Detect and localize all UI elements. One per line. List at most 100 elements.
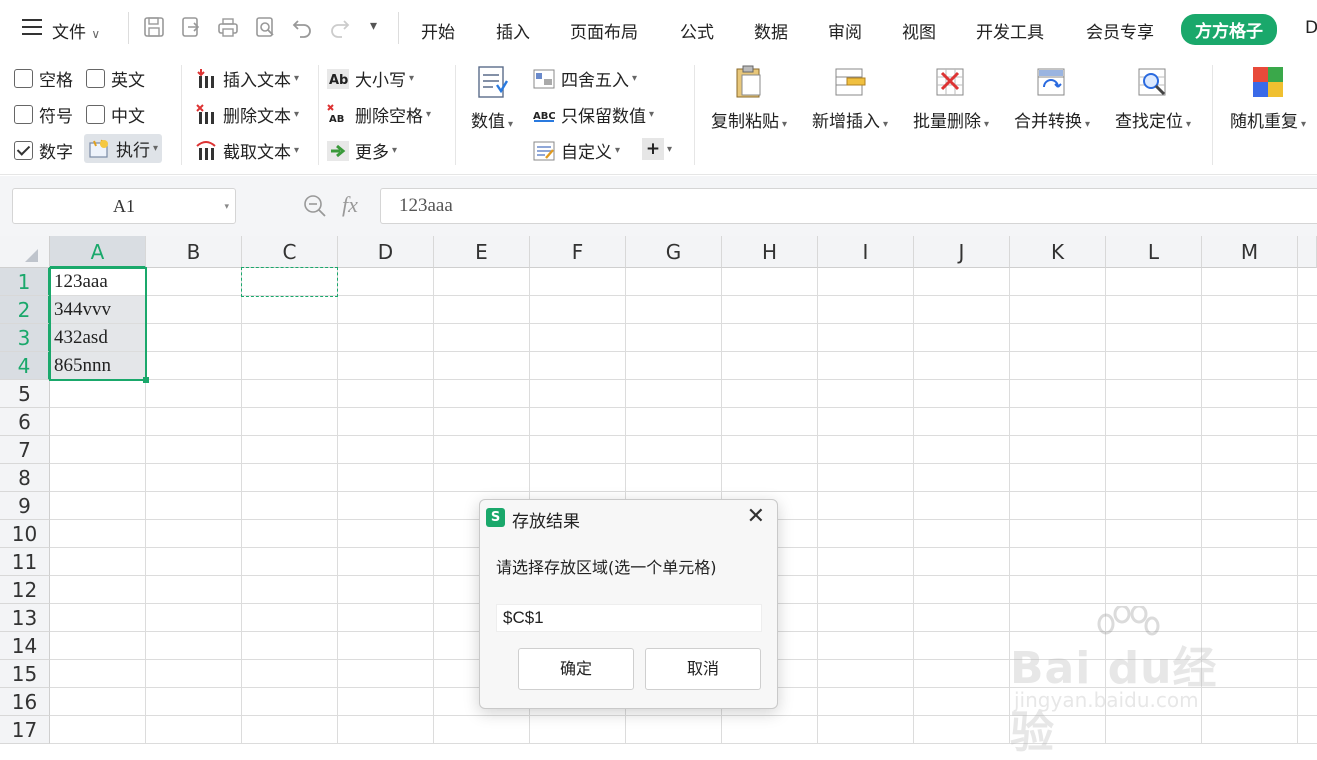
file-menu[interactable]: 文件 ∨ — [52, 18, 100, 43]
merge-convert-button[interactable]: 合并转换 ▾ — [1008, 65, 1096, 165]
tab-data[interactable]: 数据 — [754, 18, 788, 43]
column-header[interactable]: G — [626, 236, 722, 268]
custom-button[interactable]: 自定义 ▾ — [533, 138, 620, 163]
tab-member[interactable]: 会员专享 — [1086, 18, 1154, 43]
checkbox-symbol[interactable]: 符号 — [14, 102, 73, 127]
insert-text-button[interactable]: 插入文本 ▾ — [195, 66, 299, 91]
column-header[interactable]: J — [914, 236, 1010, 268]
column-header[interactable]: B — [146, 236, 242, 268]
tab-start[interactable]: 开始 — [421, 18, 455, 43]
ok-button[interactable]: 确定 — [518, 648, 634, 690]
tab-developer[interactable]: 开发工具 — [976, 18, 1044, 43]
chevron-down-icon: ▾ — [615, 145, 621, 156]
batch-delete-button[interactable]: 批量删除 ▾ — [907, 65, 995, 165]
checkbox-english[interactable]: 英文 — [86, 66, 145, 91]
checkbox-number[interactable]: 数字 — [14, 138, 73, 163]
execute-button[interactable]: 执行 ▾ — [84, 134, 163, 163]
more-button[interactable]: 更多 ▾ — [327, 138, 397, 163]
round-button[interactable]: 四舍五入 ▾ — [533, 66, 637, 91]
delete-text-button[interactable]: 删除文本 ▾ — [195, 102, 299, 127]
extract-text-button[interactable]: 截取文本 ▾ — [195, 138, 299, 163]
row-header[interactable]: 5 — [0, 380, 50, 408]
column-header[interactable]: D — [338, 236, 434, 268]
print-icon[interactable] — [217, 16, 239, 38]
checkbox-chinese[interactable]: 中文 — [86, 102, 145, 127]
insert-new-button[interactable]: 新增插入 ▾ — [806, 65, 894, 165]
column-header[interactable]: E — [434, 236, 530, 268]
menu-bar: 文件 ∨ ▾ 开始 插入 页面布局 公式 数据 审阅 视图 开发工具 会员专享 … — [0, 0, 1317, 57]
row-header[interactable]: 15 — [0, 660, 50, 688]
find-locate-label: 查找定位 — [1114, 112, 1183, 132]
row-header[interactable]: 3 — [0, 324, 50, 352]
row-header[interactable]: 2 — [0, 296, 50, 324]
chevron-down-icon: ▾ — [1185, 119, 1192, 130]
row-header[interactable]: 11 — [0, 548, 50, 576]
copy-paste-label: 复制粘贴 — [710, 112, 779, 132]
row-header[interactable]: 13 — [0, 604, 50, 632]
print-preview-icon[interactable] — [254, 16, 276, 38]
chevron-down-icon[interactable]: ▾ — [224, 189, 229, 223]
tab-fangfanggezi[interactable]: 方方格子 — [1181, 14, 1277, 45]
checkbox-label: 空格 — [39, 71, 73, 91]
select-all-corner[interactable] — [0, 236, 50, 268]
column-header[interactable]: K — [1010, 236, 1106, 268]
tab-overflow[interactable]: D — [1305, 18, 1317, 38]
color-grid-icon — [1251, 65, 1285, 99]
random-repeat-button[interactable]: 随机重复 ▾ — [1224, 65, 1312, 165]
checkbox-space[interactable]: 空格 — [14, 66, 73, 91]
name-box[interactable]: A1 ▾ — [12, 188, 236, 224]
tab-page-layout[interactable]: 页面布局 — [570, 18, 638, 43]
hamburger-menu-icon[interactable] — [22, 18, 44, 36]
column-header[interactable]: F — [530, 236, 626, 268]
column-header[interactable]: A — [50, 236, 146, 268]
fill-handle[interactable] — [143, 377, 149, 383]
row-header[interactable]: 14 — [0, 632, 50, 660]
column-header[interactable]: C — [242, 236, 338, 268]
round-icon — [533, 68, 555, 90]
delete-spaces-button[interactable]: AB 删除空格 ▾ — [327, 102, 431, 127]
custom-label: 自定义 — [561, 143, 612, 163]
tab-insert[interactable]: 插入 — [496, 18, 530, 43]
customize-toolbar-icon[interactable]: ▾ — [370, 18, 377, 34]
tab-view[interactable]: 视图 — [902, 18, 936, 43]
watermark: Bai du经验 jingyan.baidu.com — [1010, 606, 1260, 758]
fx-icon[interactable]: fx — [342, 192, 358, 218]
row-header[interactable]: 1 — [0, 268, 50, 296]
column-header[interactable]: H — [722, 236, 818, 268]
row-header[interactable]: 12 — [0, 576, 50, 604]
find-locate-button[interactable]: 查找定位 ▾ — [1109, 65, 1197, 165]
execute-icon — [88, 138, 110, 160]
chevron-down-icon: ∨ — [91, 27, 101, 41]
zoom-icon[interactable] — [302, 193, 328, 219]
ribbon: 空格 英文 符号 中文 数字 执行 ▾ 插入文本 ▾ 删除文本 ▾ 截取文本 ▾ Ab … — [0, 57, 1317, 175]
row-header[interactable]: 4 — [0, 352, 50, 380]
grid-col-line — [913, 268, 914, 744]
formula-input[interactable]: 123aaa — [380, 188, 1317, 224]
range-input[interactable]: $C$1 — [496, 604, 762, 632]
keep-values-button[interactable]: ABC 只保留数值 ▾ — [533, 102, 654, 127]
undo-icon[interactable] — [291, 16, 313, 38]
close-icon[interactable]: ✕ — [747, 504, 765, 529]
cancel-button[interactable]: 取消 — [645, 648, 761, 690]
redo-icon[interactable] — [329, 16, 351, 38]
value-button[interactable]: 数值 ▾ — [462, 65, 522, 165]
chevron-down-icon: ▾ — [1084, 119, 1091, 130]
case-button[interactable]: Ab 大小写 ▾ — [327, 66, 414, 91]
export-icon[interactable] — [180, 16, 202, 38]
column-header[interactable]: M — [1202, 236, 1298, 268]
add-button[interactable]: + ▾ — [642, 138, 672, 160]
column-header[interactable]: I — [818, 236, 914, 268]
tab-formulas[interactable]: 公式 — [680, 18, 714, 43]
save-icon[interactable] — [143, 16, 165, 38]
row-header[interactable]: 6 — [0, 408, 50, 436]
row-header[interactable]: 10 — [0, 520, 50, 548]
row-header[interactable]: 8 — [0, 464, 50, 492]
row-header[interactable]: 7 — [0, 436, 50, 464]
row-header[interactable]: 17 — [0, 716, 50, 744]
tab-review[interactable]: 审阅 — [828, 18, 862, 43]
row-header[interactable]: 9 — [0, 492, 50, 520]
name-box-value: A1 — [113, 196, 135, 216]
copy-paste-button[interactable]: 复制粘贴 ▾ — [705, 65, 793, 165]
column-header[interactable]: L — [1106, 236, 1202, 268]
row-header[interactable]: 16 — [0, 688, 50, 716]
